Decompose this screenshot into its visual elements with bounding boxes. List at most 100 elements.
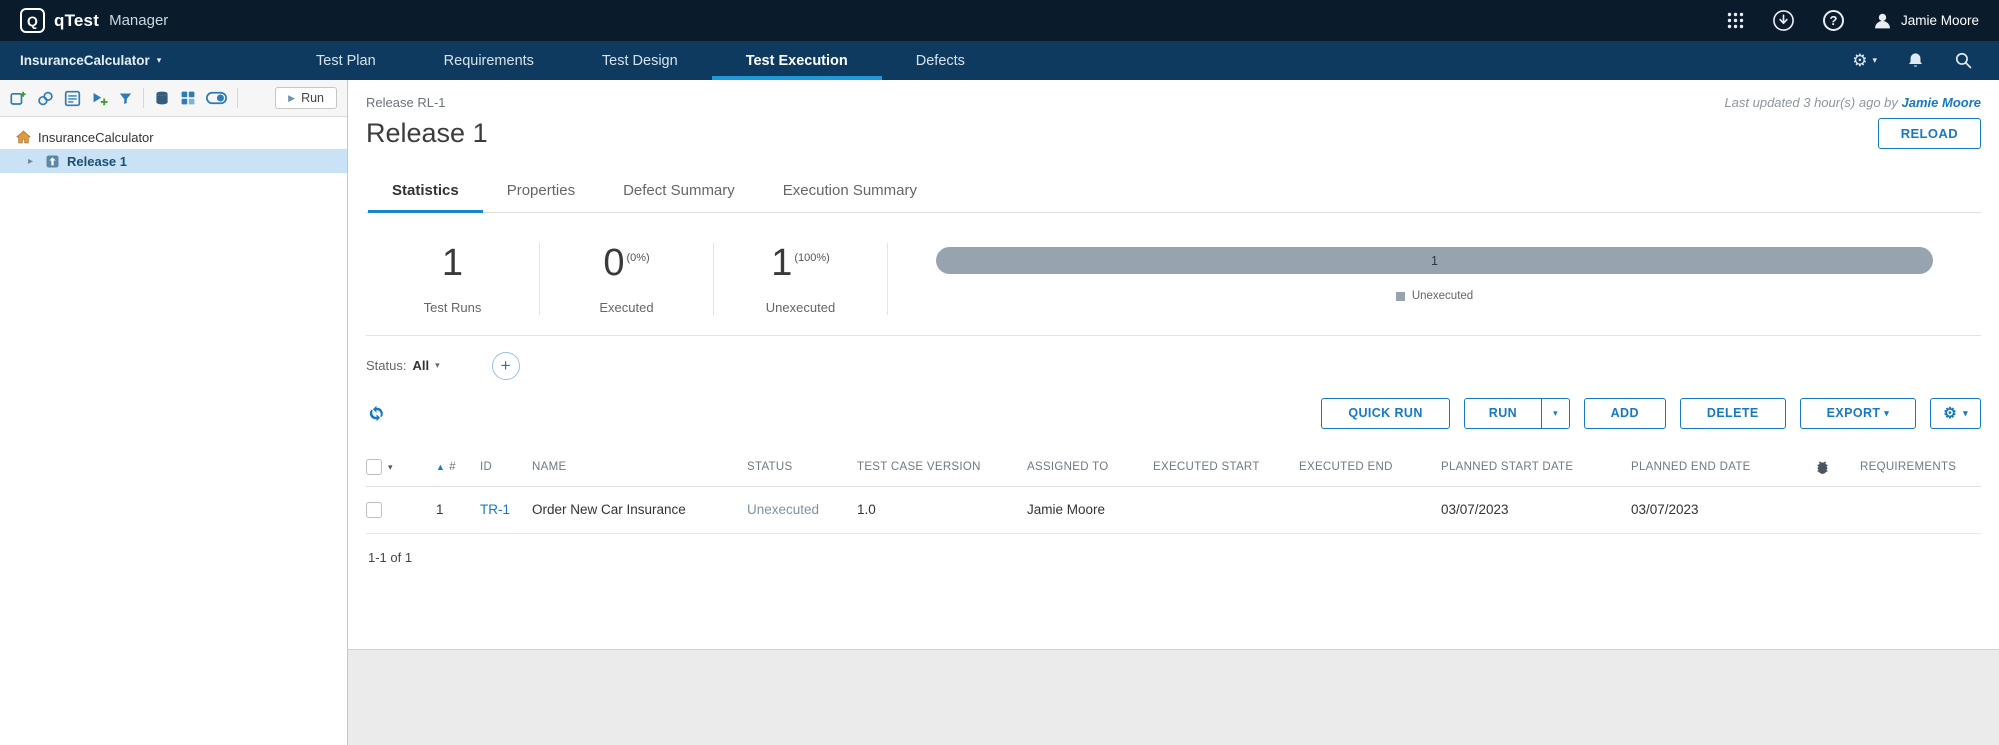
column-header-requirements[interactable]: REQUIREMENTS <box>1860 461 1981 473</box>
stat-test-runs: 1 Test Runs <box>366 242 540 315</box>
tree-node-label: Release 1 <box>67 153 127 169</box>
gear-icon: ⚙ <box>1852 51 1868 70</box>
toggle-view-icon[interactable] <box>206 91 227 105</box>
chevron-down-icon: ▾ <box>435 360 440 371</box>
qtest-logo-icon: Q <box>20 8 45 33</box>
quick-run-button[interactable]: QUICK RUN <box>1321 397 1450 429</box>
column-header-planned-start[interactable]: PLANNED START DATE <box>1441 461 1631 473</box>
tab-properties[interactable]: Properties <box>483 171 599 212</box>
stat-test-runs-value: 1 <box>441 242 464 284</box>
add-filter-button[interactable]: + <box>491 351 520 380</box>
apps-grid-icon[interactable] <box>1727 12 1744 29</box>
column-header-defects[interactable] <box>1814 459 1860 476</box>
grid-actions-row: QUICK RUN RUN ▾ ADD DELETE EXPORT ▾ ⚙ ▾ <box>366 397 1981 429</box>
tab-execution-summary[interactable]: Execution Summary <box>759 171 941 212</box>
navbar-right-icons: ⚙ ▾ <box>1852 41 1999 80</box>
chart-legend: Unexecuted <box>936 290 1933 302</box>
help-icon[interactable]: ? <box>1822 10 1844 31</box>
cell-num: 1 <box>436 502 444 518</box>
select-all-checkbox[interactable] <box>366 459 382 476</box>
add-test-cycle-icon[interactable] <box>37 90 54 107</box>
settings-menu[interactable]: ⚙ ▾ <box>1852 52 1877 69</box>
chevron-down-icon: ▾ <box>1553 407 1558 418</box>
column-header-num[interactable]: ▲ # <box>436 461 480 473</box>
add-test-suite-icon[interactable] <box>64 90 81 107</box>
refresh-icon[interactable] <box>366 405 385 422</box>
column-header-name[interactable]: NAME <box>532 461 747 473</box>
brand-name: qTest <box>54 10 100 30</box>
nav-item-test-design[interactable]: Test Design <box>568 41 712 80</box>
breadcrumb-row: Release RL-1 Last updated 3 hour(s) ago … <box>366 80 1981 110</box>
run-dropdown-caret[interactable]: ▾ <box>1541 398 1569 428</box>
stat-unexecuted-pct: (100%) <box>794 252 830 265</box>
play-icon: ▶ <box>288 92 296 103</box>
release-icon <box>46 155 59 167</box>
legend-label-unexecuted: Unexecuted <box>1411 290 1474 302</box>
select-dropdown-caret[interactable]: ▾ <box>388 462 393 473</box>
breadcrumb: Release RL-1 <box>366 95 446 110</box>
table-row[interactable]: 1 TR-1 Order New Car Insurance Unexecute… <box>366 487 1981 534</box>
user-name: Jamie Moore <box>1900 13 1979 28</box>
add-test-run-icon[interactable] <box>91 90 108 107</box>
toolbar-divider <box>143 88 144 108</box>
logo-letter: Q <box>27 12 38 29</box>
search-icon[interactable] <box>1954 51 1973 70</box>
tab-statistics[interactable]: Statistics <box>368 171 483 213</box>
column-header-id[interactable]: ID <box>480 461 532 473</box>
stat-executed: 0 (0%) Executed <box>540 242 714 315</box>
add-button[interactable]: ADD <box>1583 397 1666 429</box>
download-icon[interactable] <box>1772 9 1795 32</box>
run-button[interactable]: RUN <box>1464 398 1542 428</box>
grid-settings-button[interactable]: ⚙ ▾ <box>1930 397 1981 429</box>
column-header-exec-start[interactable]: EXECUTED START <box>1153 461 1299 473</box>
status-filter-dropdown[interactable]: All ▾ <box>412 358 439 373</box>
data-query-icon[interactable] <box>154 90 170 106</box>
chart-bar-unexecuted: 1 <box>936 247 1933 274</box>
stat-unexecuted-value: 1 (100%) <box>771 242 830 284</box>
cell-planned-start: 03/07/2023 <box>1441 502 1509 518</box>
tree-node-project[interactable]: InsuranceCalculator <box>0 125 347 149</box>
status-filter-value: All <box>412 358 430 374</box>
top-bar: Q qTest Manager ? Jamie Moore <box>0 0 1999 41</box>
statistics-section: 1 Test Runs 0 (0%) Executed 1 (100%) Unexe… <box>366 213 1981 336</box>
run-split-button: RUN ▾ <box>1463 397 1570 429</box>
chevron-down-icon: ▾ <box>156 55 162 65</box>
bug-icon <box>1817 461 1828 474</box>
project-selector[interactable]: InsuranceCalculator ▾ <box>0 41 282 80</box>
tree-run-button[interactable]: ▶ Run <box>275 87 337 109</box>
stat-test-runs-label: Test Runs <box>423 299 482 315</box>
chevron-down-icon: ▾ <box>1872 55 1877 65</box>
reload-button[interactable]: RELOAD <box>1877 118 1981 149</box>
nav-item-test-execution[interactable]: Test Execution <box>711 41 882 80</box>
user-menu[interactable]: Jamie Moore <box>1872 10 1979 31</box>
column-header-assigned[interactable]: ASSIGNED TO <box>1027 461 1153 473</box>
nav-item-defects[interactable]: Defects <box>882 41 999 80</box>
column-header-planned-end[interactable]: PLANNED END DATE <box>1631 461 1814 473</box>
filter-icon[interactable] <box>118 91 133 106</box>
chevron-right-icon[interactable]: ▸ <box>28 156 38 167</box>
stat-executed-pct: (0%) <box>626 252 650 265</box>
nav-item-requirements[interactable]: Requirements <box>410 41 568 80</box>
stat-executed-label: Executed <box>599 299 654 315</box>
stat-unexecuted-label: Unexecuted <box>765 299 836 315</box>
release-panel: Release RL-1 Last updated 3 hour(s) ago … <box>348 80 1999 650</box>
export-button[interactable]: EXPORT ▾ <box>1799 397 1917 429</box>
column-header-exec-end[interactable]: EXECUTED END <box>1299 461 1441 473</box>
add-release-icon[interactable] <box>10 90 27 107</box>
tab-defect-summary[interactable]: Defect Summary <box>599 171 759 212</box>
notifications-bell-icon[interactable] <box>1907 51 1924 70</box>
last-updated-user-link[interactable]: Jamie Moore <box>1902 95 1981 110</box>
nav-item-test-plan[interactable]: Test Plan <box>282 41 410 80</box>
sort-asc-icon: ▲ <box>436 462 446 473</box>
grid-view-icon[interactable] <box>180 90 196 106</box>
delete-button[interactable]: DELETE <box>1679 397 1786 429</box>
column-header-status[interactable]: STATUS <box>747 461 857 473</box>
status-filter-label: Status: <box>366 358 407 374</box>
row-checkbox[interactable] <box>366 501 382 518</box>
project-name: InsuranceCalculator <box>20 53 150 68</box>
help-glyph: ? <box>1829 13 1838 28</box>
cell-id-link[interactable]: TR-1 <box>480 502 532 517</box>
tree-node-release-1[interactable]: ▸ Release 1 <box>0 149 347 173</box>
column-header-version[interactable]: TEST CASE VERSION <box>857 461 1027 473</box>
sidebar: ▶ Run InsuranceCalculator ▸ Release 1 <box>0 80 348 745</box>
